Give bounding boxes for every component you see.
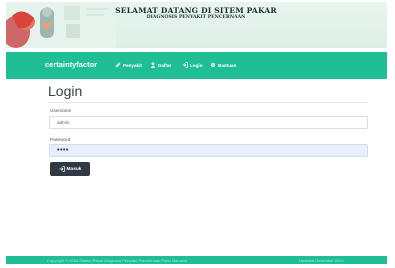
header-banner: SELAMAT DATANG DI SITEM PAKAR DIAGNOSIS … [6,2,387,48]
nav-item-label: Bantuan [218,62,237,68]
app-window: SELAMAT DATANG DI SITEM PAKAR DIAGNOSIS … [6,2,387,264]
nav-item-penyakit[interactable]: Penyakit [115,62,142,68]
title-divider [48,102,368,103]
username-label: Username [50,108,72,113]
page-title: Login [48,83,83,99]
nav-item-label: Penyakit [123,62,142,68]
login-icon [182,62,188,68]
login-button-label: Masuk [66,166,82,172]
nav-item-login[interactable]: Login [182,62,203,68]
digestive-organs-image [6,2,116,48]
nav-item-daftar[interactable]: Daftar [150,62,171,68]
login-icon [59,166,65,172]
footer-copyright: Copyright © 2024 Sistem Pakar Diagnosa P… [47,257,187,263]
navbar: certaintyfactor Penyakit Daftar Login Ba… [6,52,387,79]
password-label: Password [50,137,71,142]
nav-item-label: Daftar [158,62,172,68]
username-value: admin [57,120,70,125]
pencil-icon [115,62,121,68]
username-field[interactable]: admin [49,116,368,129]
site-title: SELAMAT DATANG DI SITEM PAKAR [115,6,277,15]
user-icon [150,62,156,68]
gear-icon [210,62,216,68]
footer: Copyright © 2024 Sistem Pakar Diagnosa P… [6,256,387,264]
brand-link[interactable]: certaintyfactor [45,60,97,69]
nav-item-label: Login [190,62,203,68]
footer-updated: Updated Desember 2024 [299,257,344,263]
nav-item-bantuan[interactable]: Bantuan [210,62,236,68]
password-field[interactable]: •••• [49,144,368,157]
login-button[interactable]: Masuk [50,162,90,176]
password-value: •••• [57,147,69,154]
site-subtitle: DIAGNOSIS PENYAKIT PENCERNAAN [146,15,246,20]
